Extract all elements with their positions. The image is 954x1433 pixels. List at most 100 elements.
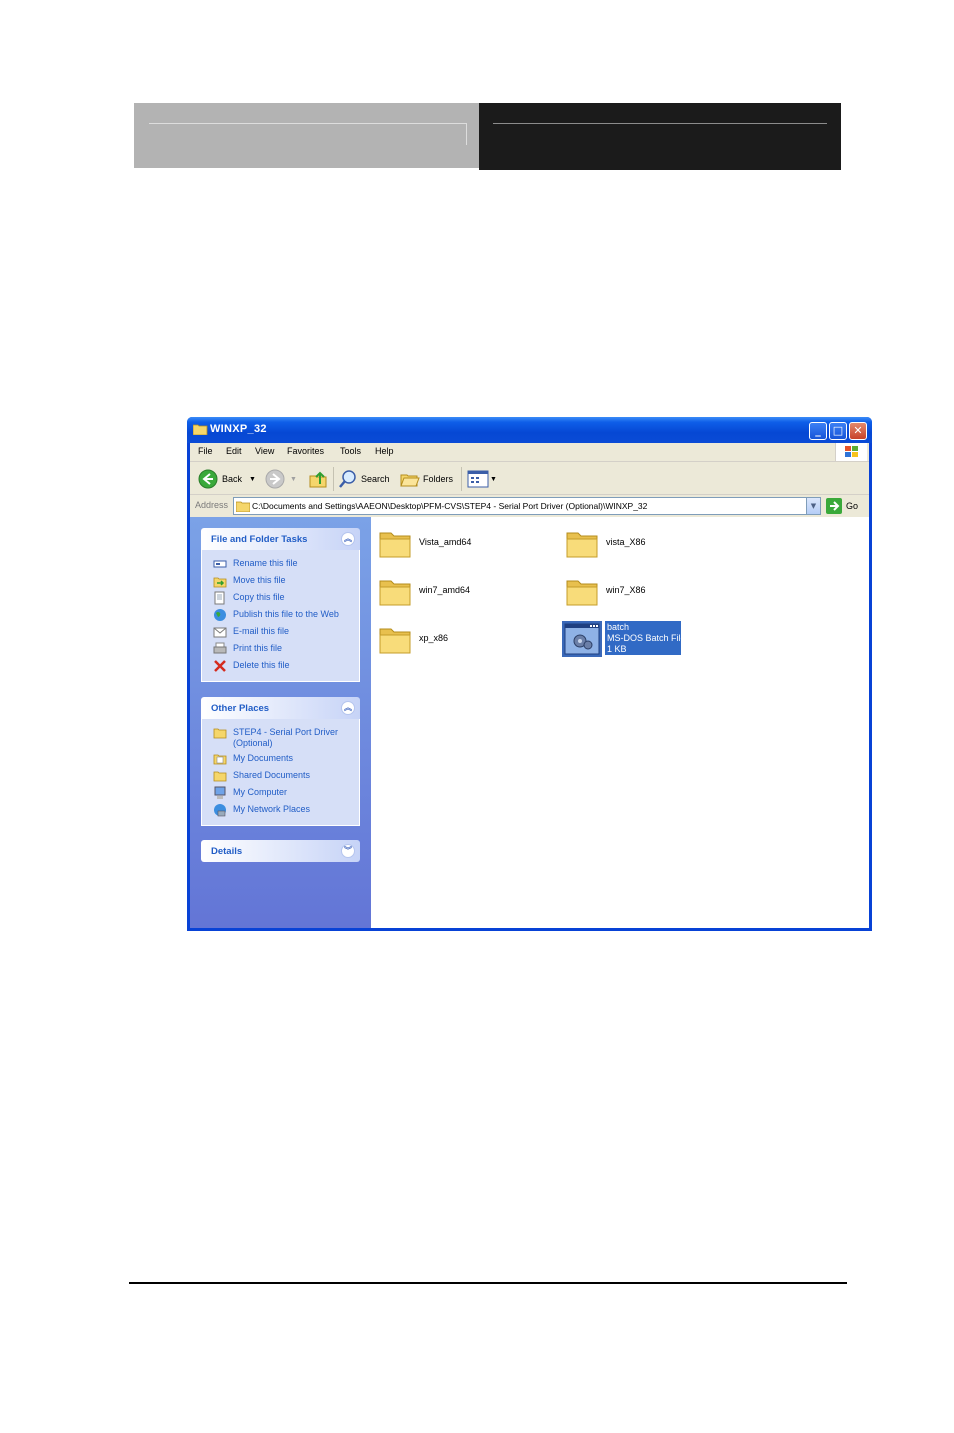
menu-bar: File Edit View Favorites Tools Help [190,443,869,462]
search-button[interactable]: Search [338,467,390,491]
page-footer-rule [129,1282,847,1284]
panel-body: Rename this file Move this file Copy thi… [201,550,360,682]
go-arrow-icon [826,498,842,514]
folder-icon [213,728,227,739]
task-move[interactable]: Move this file [202,573,359,590]
details-panel: Details ︾ [201,840,360,862]
address-input[interactable]: C:\Documents and Settings\AAEON\Desktop\… [233,497,821,515]
minimize-button[interactable]: _ [809,422,827,440]
explorer-window: WINXP_32 _ □ ✕ File Edit View Favorites … [187,417,872,931]
views-button[interactable]: ▼ [467,467,497,491]
address-label: Address [195,500,229,510]
panel-title: Details [211,846,243,857]
go-button[interactable]: Go [826,498,858,514]
panel-title: File and Folder Tasks [211,534,308,545]
menu-favorites[interactable]: Favorites [287,446,324,456]
forward-button[interactable]: ▼ [265,467,297,491]
place-my-computer[interactable]: My Computer [202,785,359,802]
task-label: Move this file [233,575,286,585]
task-email[interactable]: E-mail this file [202,624,359,641]
back-button[interactable]: Back ▼ [198,467,256,491]
menu-file[interactable]: File [198,446,213,456]
email-icon [213,627,227,638]
panel-header[interactable]: Details ︾ [201,840,360,862]
network-icon [214,804,226,817]
address-bar: Address C:\Documents and Settings\AAEON\… [190,496,869,516]
back-dropdown-icon[interactable]: ▼ [249,476,256,483]
place-my-network[interactable]: My Network Places [202,802,359,819]
folder-label: xp_x86 [419,633,449,643]
globe-icon [214,609,226,621]
address-path: C:\Documents and Settings\AAEON\Desktop\… [252,501,648,511]
panel-header[interactable]: Other Places ︽ [201,697,360,719]
task-label: Publish this file to the Web [233,609,339,619]
place-shared-documents[interactable]: Shared Documents [202,768,359,785]
place-label: My Documents [233,753,294,763]
printer-icon [213,642,227,654]
task-label: Delete this file [233,660,290,670]
address-dropdown-icon[interactable]: ▼ [806,498,820,514]
place-label: My Computer [233,787,288,797]
my-documents-icon [213,754,227,765]
menu-edit[interactable]: Edit [226,446,242,456]
place-my-documents[interactable]: My Documents [202,751,359,768]
menu-view[interactable]: View [255,446,274,456]
menu-tools[interactable]: Tools [340,446,361,456]
panel-title: Other Places [211,703,270,714]
task-delete[interactable]: Delete this file [202,658,359,675]
expand-chevron-icon[interactable]: ︾ [341,844,355,858]
task-print[interactable]: Print this file [202,641,359,658]
up-folder-icon [309,471,327,488]
task-label: Print this file [233,643,283,653]
task-label: Copy this file [233,592,285,602]
go-label: Go [846,501,859,511]
batch-file-size: 1 KB [607,644,627,654]
file-folder-tasks-panel: File and Folder Tasks ︽ Rename this file… [201,528,360,682]
folder-icon [379,580,411,606]
folder-icon [193,424,208,435]
folder-icon [213,771,227,782]
batch-file-type: MS-DOS Batch File [607,633,686,643]
folder-label: win7_amd64 [419,585,471,595]
panel-header[interactable]: File and Folder Tasks ︽ [201,528,360,550]
folder-icon [566,580,598,606]
header-rule [149,123,467,145]
folders-label: Folders [423,474,454,484]
menu-help[interactable]: Help [375,446,394,456]
windows-logo-icon [835,443,867,461]
delete-icon [214,660,226,672]
copy-icon [214,591,225,605]
collapse-chevron-icon[interactable]: ︽ [341,532,355,546]
panel-body: STEP4 - Serial Port Driver (Optional) My… [201,719,360,826]
maximize-button[interactable]: □ [829,422,847,440]
task-rename[interactable]: Rename this file [202,556,359,573]
views-icon [467,470,489,488]
task-label: E-mail this file [233,626,290,636]
page-header-left-band [134,103,479,168]
folder-label: vista_X86 [606,537,646,547]
collapse-chevron-icon[interactable]: ︽ [341,701,355,715]
title-bar[interactable]: WINXP_32 _ □ ✕ [187,417,872,443]
forward-dropdown-icon: ▼ [290,475,297,483]
close-button[interactable]: ✕ [849,422,867,440]
place-step4-folder[interactable]: STEP4 - Serial Port Driver (Optional) [202,725,359,751]
folders-button[interactable]: Folders [400,467,453,491]
batch-file-item[interactable]: batch MS-DOS Batch File 1 KB [562,621,686,657]
back-label: Back [222,474,243,484]
toolbar-separator [461,467,462,491]
window-client: File Edit View Favorites Tools Help Back… [190,443,869,928]
place-label: My Network Places [233,804,311,814]
toolbar: Back ▼ ▼ Search Folders ▼ [190,462,869,495]
move-icon [213,577,227,588]
up-folder-button[interactable] [308,467,328,491]
folder-icon [379,628,411,654]
folder-label: Vista_amd64 [419,537,472,547]
batch-file-icon [562,621,602,657]
folder-label: win7_X86 [606,585,646,595]
task-publish[interactable]: Publish this file to the Web [202,607,359,624]
forward-arrow-icon [265,469,285,489]
my-computer-icon [214,786,226,799]
task-copy[interactable]: Copy this file [202,590,359,607]
rename-icon [213,560,227,568]
place-label: STEP4 - Serial Port Driver (Optional) [233,727,339,748]
